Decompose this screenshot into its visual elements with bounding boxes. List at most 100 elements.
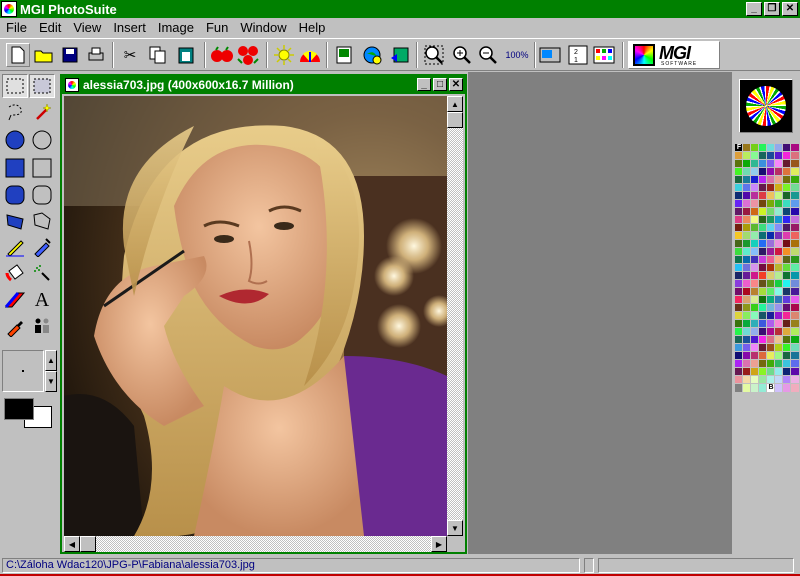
palette-swatch[interactable] [750, 351, 760, 361]
palette-swatch[interactable] [742, 351, 752, 361]
palette-swatch[interactable] [774, 271, 784, 281]
palette-swatch[interactable] [750, 359, 760, 369]
palette-swatch[interactable] [790, 383, 800, 393]
palette-swatch[interactable] [750, 151, 760, 161]
brightness-icon[interactable] [272, 43, 296, 67]
palette-swatch[interactable] [782, 367, 792, 377]
palette-swatch[interactable] [790, 375, 800, 385]
palette-swatch[interactable] [766, 175, 776, 185]
palette-swatch[interactable] [750, 303, 760, 313]
palette-swatch[interactable] [734, 367, 744, 377]
palette-swatch[interactable] [734, 207, 744, 217]
filled-circle-tool[interactable] [2, 128, 28, 152]
palette-swatch[interactable] [758, 335, 768, 345]
calendar-icon[interactable] [592, 43, 616, 67]
palette-swatch[interactable] [758, 303, 768, 313]
palette-swatch[interactable] [734, 359, 744, 369]
filled-polygon-tool[interactable] [2, 209, 28, 233]
palette-swatch[interactable] [790, 159, 800, 169]
palette-swatch[interactable] [742, 215, 752, 225]
export-icon[interactable] [388, 43, 412, 67]
palette-swatch[interactable] [790, 359, 800, 369]
palette-swatch[interactable] [782, 327, 792, 337]
palette-swatch[interactable] [790, 295, 800, 305]
palette-swatch[interactable] [750, 191, 760, 201]
palette-swatch[interactable] [734, 263, 744, 273]
palette-swatch[interactable] [750, 255, 760, 265]
palette-swatch[interactable] [766, 247, 776, 257]
palette-swatch[interactable] [790, 247, 800, 257]
close-button[interactable]: ✕ [782, 2, 798, 16]
palette-swatch[interactable] [742, 375, 752, 385]
zoom-in-icon[interactable] [450, 43, 474, 67]
palette-swatch[interactable] [790, 191, 800, 201]
palette-swatch[interactable] [734, 311, 744, 321]
palette-swatch[interactable] [734, 287, 744, 297]
palette-swatch[interactable] [742, 319, 752, 329]
palette-swatch[interactable] [774, 367, 784, 377]
palette-swatch[interactable] [758, 151, 768, 161]
palette-swatch[interactable] [750, 247, 760, 257]
vertical-scroll-thumb[interactable] [447, 112, 463, 128]
palette-swatch[interactable] [782, 247, 792, 257]
palette-swatch[interactable] [758, 239, 768, 249]
palette-swatch[interactable] [782, 255, 792, 265]
menu-insert[interactable]: Insert [107, 20, 152, 35]
palette-swatch[interactable] [782, 191, 792, 201]
palette-swatch[interactable] [758, 183, 768, 193]
filled-square-tool[interactable] [2, 156, 28, 180]
red-eye-icon[interactable] [210, 43, 234, 67]
palette-swatch[interactable] [758, 327, 768, 337]
photo-canvas[interactable] [64, 96, 447, 536]
palette-swatch[interactable] [790, 335, 800, 345]
palette-swatch[interactable] [766, 239, 776, 249]
palette-swatch[interactable] [766, 351, 776, 361]
palette-swatch[interactable] [734, 183, 744, 193]
palette-swatch[interactable] [782, 167, 792, 177]
palette-swatch[interactable] [742, 151, 752, 161]
palette-swatch[interactable] [758, 231, 768, 241]
palette-swatch[interactable] [774, 215, 784, 225]
palette-swatch[interactable] [734, 351, 744, 361]
palette-swatch[interactable] [750, 207, 760, 217]
palette-swatch[interactable] [742, 279, 752, 289]
palette-swatch[interactable] [758, 375, 768, 385]
palette-swatch[interactable] [742, 175, 752, 185]
palette-swatch[interactable] [790, 303, 800, 313]
horizontal-scroll-thumb[interactable] [80, 536, 96, 552]
menu-window[interactable]: Window [234, 20, 292, 35]
palette-swatch[interactable] [750, 167, 760, 177]
palette-swatch[interactable] [750, 311, 760, 321]
palette-swatch[interactable] [782, 231, 792, 241]
palette-swatch[interactable] [774, 279, 784, 289]
palette-swatch[interactable] [766, 335, 776, 345]
palette-swatch[interactable] [742, 247, 752, 257]
palette-swatch[interactable] [774, 239, 784, 249]
palette-swatch[interactable] [766, 159, 776, 169]
palette-swatch[interactable] [734, 375, 744, 385]
new-icon[interactable] [6, 43, 30, 67]
palette-swatch[interactable] [750, 231, 760, 241]
palette-swatch[interactable] [774, 359, 784, 369]
scroll-down-arrow[interactable]: ▼ [447, 520, 463, 536]
doc-maximize-button[interactable]: □ [433, 78, 447, 91]
palette-swatch[interactable] [766, 303, 776, 313]
palette-swatch[interactable] [742, 143, 752, 153]
palette-swatch[interactable] [758, 175, 768, 185]
palette-swatch[interactable] [742, 295, 752, 305]
cut-icon[interactable]: ✂ [118, 43, 142, 67]
palette-swatch[interactable] [774, 175, 784, 185]
palette-swatch[interactable] [766, 263, 776, 273]
palette-swatch[interactable] [766, 359, 776, 369]
palette-swatch[interactable] [742, 287, 752, 297]
palette-swatch[interactable] [742, 367, 752, 377]
palette-swatch[interactable] [750, 215, 760, 225]
palette-swatch[interactable] [758, 143, 768, 153]
palette-swatch[interactable] [774, 303, 784, 313]
palette-swatch[interactable] [742, 311, 752, 321]
palette-swatch[interactable] [750, 239, 760, 249]
polygon-tool[interactable] [29, 209, 55, 233]
palette-swatch[interactable] [790, 271, 800, 281]
palette-swatch[interactable] [734, 343, 744, 353]
palette-swatch[interactable] [774, 287, 784, 297]
